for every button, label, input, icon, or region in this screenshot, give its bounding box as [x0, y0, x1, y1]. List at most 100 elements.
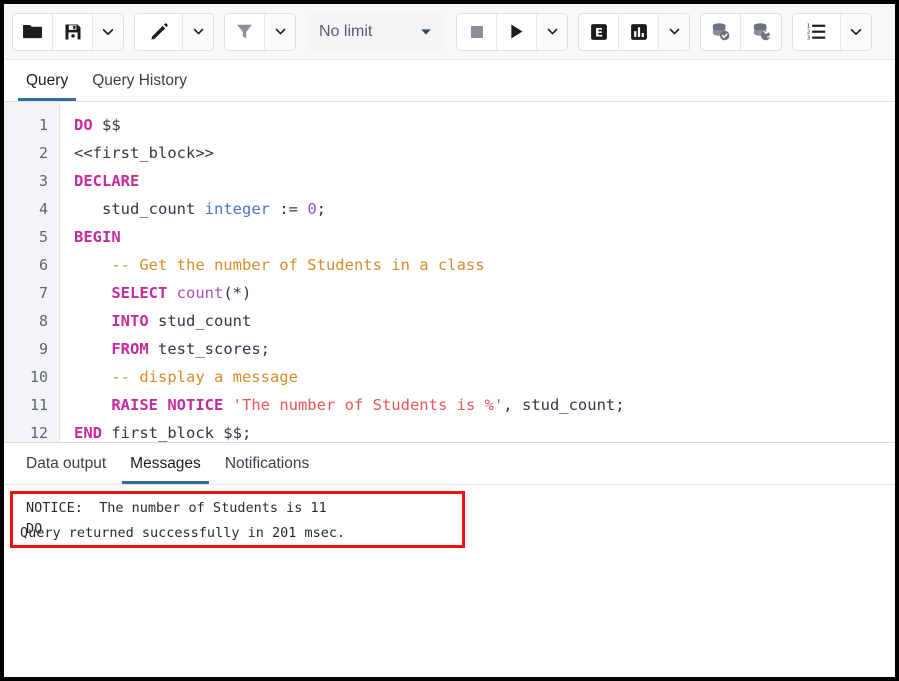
sql-keyword: INTO — [111, 312, 158, 330]
sql-text: first_block $$; — [111, 424, 251, 442]
chevron-down-icon — [668, 25, 681, 38]
sql-editor[interactable]: 1 2 3 4 5 6 7 8 9 10 11 12 DO $$ <<first… — [4, 102, 895, 443]
line-number: 4 — [4, 195, 59, 223]
query-tabbar: Query Query History — [4, 60, 895, 102]
sql-keyword: DO — [74, 116, 93, 134]
rollback-button[interactable] — [741, 14, 781, 50]
edit-button[interactable] — [135, 14, 183, 50]
code-line-1: DO $$ — [74, 111, 895, 139]
line-number: 6 — [4, 251, 59, 279]
chevron-down-icon — [419, 25, 433, 39]
execute-button[interactable] — [497, 14, 537, 50]
sql-string: 'The number of Students is %' — [233, 396, 504, 414]
sql-identifier: test_scores; — [158, 340, 270, 358]
tab-notifications[interactable]: Notifications — [213, 443, 321, 484]
macros-button-group: 1 2 3 — [792, 13, 872, 51]
notice-message: NOTICE: The number of Students is 11 — [10, 498, 465, 519]
chevron-down-icon — [274, 25, 287, 38]
play-icon — [507, 22, 526, 41]
explain-button[interactable]: E — [579, 14, 619, 50]
commit-icon — [710, 21, 731, 42]
code-line-4: stud_count integer := 0; — [74, 195, 895, 223]
tab-data-output-label: Data output — [26, 455, 106, 473]
tab-query-history[interactable]: Query History — [80, 60, 199, 101]
execute-button-group — [456, 13, 568, 51]
row-limit-select[interactable]: No limit — [306, 13, 446, 51]
line-number: 11 — [4, 391, 59, 419]
sql-indent — [74, 340, 111, 358]
tab-query[interactable]: Query — [14, 60, 80, 101]
save-options-button[interactable] — [93, 14, 123, 50]
sql-text: (*) — [223, 284, 251, 302]
open-file-button[interactable] — [13, 14, 53, 50]
line-number: 9 — [4, 335, 59, 363]
explain-button-group: E — [578, 13, 690, 51]
macros-button[interactable]: 1 2 3 — [793, 14, 841, 50]
code-line-7: SELECT count(*) — [74, 279, 895, 307]
sql-comment: -- Get the number of Students in a class — [111, 256, 484, 274]
sql-identifier: stud_count — [102, 200, 205, 218]
filter-options-button[interactable] — [265, 14, 295, 50]
save-file-button[interactable] — [53, 14, 93, 50]
stop-icon — [468, 23, 486, 41]
chevron-down-icon — [546, 25, 559, 38]
sql-keyword: RAISE NOTICE — [111, 396, 232, 414]
notice-block: NOTICE: The number of Students is 11 DO — [10, 491, 465, 548]
chevron-down-icon — [101, 25, 115, 39]
messages-pane: NOTICE: The number of Students is 11 DO … — [4, 485, 895, 677]
tab-query-history-label: Query History — [92, 72, 187, 90]
output-tabbar: Data output Messages Notifications — [4, 443, 895, 485]
explain-analyze-icon — [629, 22, 649, 42]
code-line-3: DECLARE — [74, 167, 895, 195]
sql-indent — [74, 200, 102, 218]
tab-notifications-label: Notifications — [225, 455, 309, 473]
sql-label: <<first_block>> — [74, 144, 214, 162]
stop-button[interactable] — [457, 14, 497, 50]
code-line-2: <<first_block>> — [74, 139, 895, 167]
line-number: 7 — [4, 279, 59, 307]
tab-data-output[interactable]: Data output — [14, 443, 118, 484]
line-number-gutter: 1 2 3 4 5 6 7 8 9 10 11 12 — [4, 102, 60, 442]
sql-keyword: SELECT — [111, 284, 176, 302]
chevron-down-icon — [849, 25, 863, 39]
sql-keyword: BEGIN — [74, 228, 121, 246]
sql-keyword: DECLARE — [74, 172, 139, 190]
code-line-9: FROM test_scores; — [74, 335, 895, 363]
sql-keyword: END — [74, 424, 111, 442]
line-number: 2 — [4, 139, 59, 167]
rollback-icon — [751, 21, 772, 42]
explain-options-button[interactable] — [659, 14, 689, 50]
line-number: 1 — [4, 111, 59, 139]
edit-button-group — [134, 13, 214, 51]
pgadmin-query-tool: No limit — [4, 4, 895, 677]
row-limit-value: No limit — [319, 23, 372, 41]
edit-options-button[interactable] — [183, 14, 213, 50]
code-line-8: INTO stud_count — [74, 307, 895, 335]
explain-analyze-button[interactable] — [619, 14, 659, 50]
code-line-11: RAISE NOTICE 'The number of Students is … — [74, 391, 895, 419]
code-area[interactable]: DO $$ <<first_block>> DECLARE stud_count… — [60, 102, 895, 442]
macros-options-button[interactable] — [841, 14, 871, 50]
pencil-icon — [149, 22, 169, 42]
code-line-6: -- Get the number of Students in a class — [74, 251, 895, 279]
list-icon: 1 2 3 — [806, 21, 827, 42]
sql-function: count — [177, 284, 224, 302]
save-file-icon — [63, 22, 83, 42]
line-number: 5 — [4, 223, 59, 251]
chevron-down-icon — [192, 25, 205, 38]
query-toolbar: No limit — [4, 4, 895, 60]
sql-number: 0 — [307, 200, 316, 218]
sql-text: , stud_count; — [503, 396, 624, 414]
sql-comment: -- display a message — [111, 368, 298, 386]
sql-type: integer — [205, 200, 270, 218]
commit-button[interactable] — [701, 14, 741, 50]
execute-options-button[interactable] — [537, 14, 567, 50]
line-number: 10 — [4, 363, 59, 391]
svg-text:3: 3 — [807, 36, 810, 42]
tab-messages[interactable]: Messages — [118, 443, 213, 484]
sql-indent — [74, 312, 111, 330]
filter-button[interactable] — [225, 14, 265, 50]
sql-text: ; — [317, 200, 326, 218]
sql-text: $$ — [93, 116, 121, 134]
file-button-group — [12, 13, 124, 51]
